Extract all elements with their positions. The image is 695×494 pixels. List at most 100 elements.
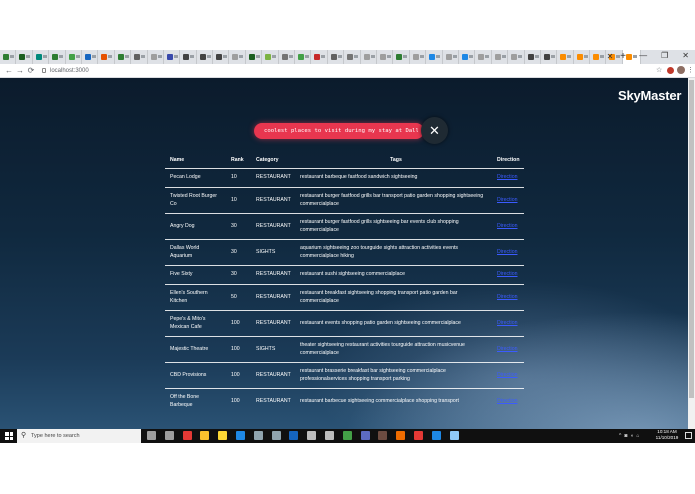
tab-close-icon[interactable]: ✕ xyxy=(606,52,614,61)
direction-link[interactable]: Direction xyxy=(497,223,517,229)
url-text[interactable]: localhost:3000 xyxy=(50,66,89,76)
direction-link[interactable]: Direction xyxy=(497,346,517,352)
site-info-icon[interactable] xyxy=(42,68,46,73)
browser-tab[interactable] xyxy=(492,50,509,64)
direction-link[interactable]: Direction xyxy=(497,249,517,255)
browser-menu-icon[interactable]: ⋮ xyxy=(687,66,694,76)
taskbar-app-icon[interactable] xyxy=(342,431,352,440)
browser-tab[interactable] xyxy=(197,50,214,64)
tab-title xyxy=(42,55,47,58)
volume-icon[interactable]: ◖ xyxy=(630,433,633,439)
browser-tab[interactable] xyxy=(115,50,132,64)
window-close-icon[interactable]: ✕ xyxy=(682,51,689,63)
taskbar-app-icon[interactable] xyxy=(218,431,228,440)
browser-tab[interactable] xyxy=(16,50,33,64)
browser-tab[interactable] xyxy=(377,50,394,64)
taskbar-app-icon[interactable] xyxy=(271,431,281,440)
tab-favicon-icon xyxy=(19,54,26,60)
browser-tab[interactable] xyxy=(393,50,410,64)
browser-tab[interactable] xyxy=(443,50,459,64)
taskbar-clock[interactable]: 10:18 AM 11/10/2019 xyxy=(652,429,682,441)
address-bar[interactable] xyxy=(39,66,659,76)
browser-tab[interactable] xyxy=(164,50,181,64)
direction-link[interactable]: Direction xyxy=(497,174,517,180)
taskbar-app-icon[interactable] xyxy=(414,431,423,440)
new-tab-button[interactable]: + xyxy=(619,51,627,62)
direction-link[interactable]: Direction xyxy=(497,197,517,203)
direction-link[interactable]: Direction xyxy=(497,372,517,378)
bookmark-star-icon[interactable]: ☆ xyxy=(656,66,664,76)
browser-tab[interactable] xyxy=(328,50,345,64)
notification-icon[interactable] xyxy=(685,432,692,439)
browser-tab[interactable] xyxy=(49,50,66,64)
browser-tab[interactable] xyxy=(541,50,558,64)
browser-tab[interactable] xyxy=(344,50,361,64)
taskbar-app-icon[interactable] xyxy=(182,431,192,440)
taskbar-app-icon[interactable] xyxy=(236,431,245,440)
taskbar-app-icon[interactable] xyxy=(360,431,370,440)
direction-link[interactable]: Direction xyxy=(497,271,517,277)
browser-tab[interactable] xyxy=(148,50,164,64)
tab-favicon-icon xyxy=(314,54,321,60)
browser-tab[interactable] xyxy=(180,50,197,64)
taskbar-app-icon[interactable] xyxy=(396,431,406,440)
tab-title xyxy=(583,55,588,58)
browser-tab[interactable] xyxy=(246,50,263,64)
browser-tab[interactable] xyxy=(229,50,246,64)
browser-tab[interactable] xyxy=(66,50,82,64)
scrollbar-thumb[interactable] xyxy=(689,80,694,398)
browser-tab[interactable] xyxy=(311,50,328,64)
browser-tab[interactable] xyxy=(33,50,50,64)
tab-title xyxy=(75,55,80,58)
taskbar-app-icon[interactable] xyxy=(200,431,210,440)
profile-avatar[interactable] xyxy=(677,66,685,74)
browser-tab[interactable] xyxy=(98,50,115,64)
tab-title xyxy=(91,55,96,58)
language-icon[interactable]: ⌂ xyxy=(636,433,639,439)
browser-tab[interactable] xyxy=(459,50,476,64)
browser-tab[interactable] xyxy=(410,50,427,64)
taskbar-app-icon[interactable] xyxy=(325,431,334,440)
place-name: Five Sixty xyxy=(165,265,226,285)
minimize-icon[interactable]: — xyxy=(639,51,647,63)
browser-tab[interactable] xyxy=(574,50,591,64)
forward-icon[interactable]: → xyxy=(16,66,24,75)
maximize-icon[interactable]: ❐ xyxy=(661,51,668,63)
tray-overflow-icon[interactable]: ^ xyxy=(619,433,621,439)
tab-favicon-icon xyxy=(298,54,305,60)
direction-link[interactable]: Direction xyxy=(497,398,517,404)
browser-tab[interactable] xyxy=(213,50,230,64)
search-query-text[interactable]: coolest places to visit during my stay a… xyxy=(264,123,418,139)
back-icon[interactable]: ← xyxy=(5,66,13,75)
browser-tab[interactable] xyxy=(475,50,492,64)
direction-link[interactable]: Direction xyxy=(497,294,517,300)
taskbar-app-icon[interactable] xyxy=(164,431,174,440)
browser-tab[interactable] xyxy=(279,50,296,64)
taskbar-app-icon[interactable] xyxy=(449,431,459,440)
browser-tab[interactable] xyxy=(361,50,377,64)
reload-icon[interactable]: ⟳ xyxy=(27,66,35,75)
close-search-button[interactable]: ✕ xyxy=(421,117,448,144)
browser-tab[interactable] xyxy=(508,50,525,64)
taskbar-app-icon[interactable] xyxy=(307,431,317,440)
browser-tab[interactable] xyxy=(131,50,148,64)
network-icon[interactable]: ◙ xyxy=(624,433,627,439)
taskbar-app-icon[interactable] xyxy=(378,431,388,440)
taskbar-app-icon[interactable] xyxy=(147,431,156,440)
browser-tab[interactable] xyxy=(426,50,443,64)
browser-tab[interactable] xyxy=(262,50,279,64)
taskbar-search-placeholder[interactable]: Type here to search xyxy=(31,430,80,442)
browser-tab[interactable] xyxy=(295,50,312,64)
direction-link[interactable]: Direction xyxy=(497,320,517,326)
browser-tab[interactable] xyxy=(525,50,541,64)
browser-tab[interactable] xyxy=(82,50,99,64)
extension-icon[interactable] xyxy=(667,67,674,74)
taskbar-app-icon[interactable] xyxy=(253,431,263,440)
tab-title xyxy=(419,55,424,58)
windows-start-icon[interactable] xyxy=(5,432,13,440)
browser-tab[interactable] xyxy=(557,50,574,64)
browser-tab[interactable] xyxy=(0,50,17,64)
taskbar-app-icon[interactable] xyxy=(431,431,441,440)
browser-tab[interactable] xyxy=(590,50,607,64)
taskbar-app-icon[interactable] xyxy=(289,431,299,440)
